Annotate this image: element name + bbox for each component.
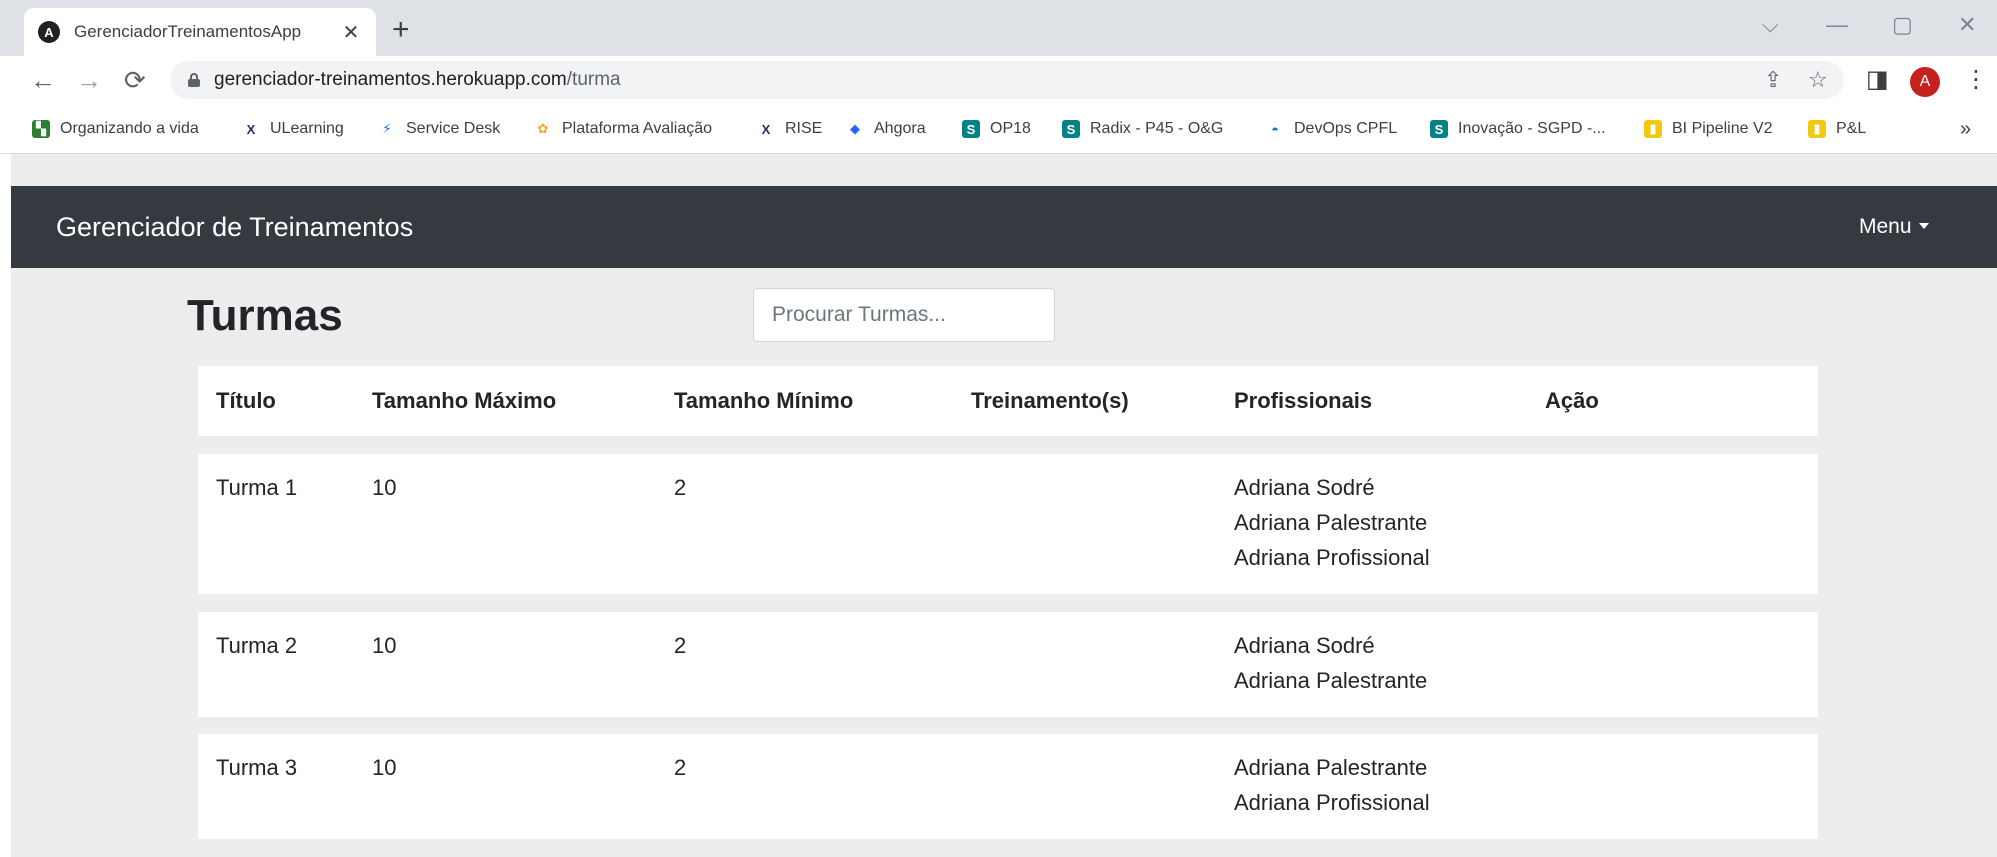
angular-icon: A: [38, 21, 60, 43]
profissional-name: Adriana Palestrante: [1234, 668, 1428, 693]
share-icon[interactable]: ⇪: [1764, 61, 1782, 99]
bookmark-label: BI Pipeline V2: [1672, 120, 1773, 137]
bookmark-favicon-icon: ◆: [850, 121, 860, 136]
tab-search-icon[interactable]: ⌵: [1762, 10, 1779, 40]
url-path: /turma: [566, 69, 621, 90]
app-brand[interactable]: Gerenciador de Treinamentos: [56, 186, 413, 268]
back-icon[interactable]: ←: [30, 64, 56, 96]
bookmark-label: OP18: [990, 120, 1031, 137]
bookmark-label: ULearning: [270, 120, 344, 137]
url-host: gerenciador-treinamentos.herokuapp.com: [214, 69, 567, 90]
profissional-name: Adriana Palestrante: [1234, 755, 1428, 780]
bookmark-item[interactable]: S Radix - P45 - O&G: [1062, 114, 1223, 144]
cell-tamanho-maximo: 10: [372, 755, 397, 780]
cell-profissionais: Adriana Palestrante Adriana Profissional: [1234, 750, 1430, 820]
app-navbar: Gerenciador de Treinamentos Menu: [11, 186, 1997, 268]
profile-avatar[interactable]: A: [1910, 67, 1940, 97]
restore-icon[interactable]: ▢: [1892, 10, 1913, 40]
new-tab-icon[interactable]: +: [392, 12, 410, 48]
bookmark-item[interactable]: S Inovação - SGPD -...: [1430, 114, 1606, 144]
bookmark-item[interactable]: ◓ DevOps CPFL: [1266, 114, 1397, 144]
bookmark-label: Inovação - SGPD -...: [1458, 120, 1606, 137]
page-title: Turmas: [187, 291, 343, 340]
sharepoint-icon: S: [962, 120, 980, 138]
bookmark-favicon-icon: ▚: [32, 120, 50, 138]
minimize-icon[interactable]: —: [1826, 10, 1848, 40]
tab-title: GerenciadorTreinamentosApp: [74, 22, 302, 41]
search-turmas-input[interactable]: [753, 288, 1055, 342]
bookmark-star-icon[interactable]: ☆: [1808, 61, 1828, 99]
cell-tamanho-minimo: 2: [674, 755, 687, 780]
profissional-name: Adriana Profissional: [1234, 790, 1430, 815]
browser-tab[interactable]: A GerenciadorTreinamentosApp ✕: [24, 8, 376, 56]
table-row: Turma 2 10 2 Adriana Sodré Adriana Pales…: [198, 612, 1818, 717]
bookmark-item[interactable]: S OP18: [962, 114, 1031, 144]
power-bi-icon: ▮: [1644, 120, 1662, 138]
profissional-name: Adriana Sodré: [1234, 633, 1375, 658]
table-row: Turma 1 10 2 Adriana Sodré Adriana Pales…: [198, 454, 1818, 594]
profissional-name: Adriana Profissional: [1234, 545, 1430, 570]
bookmark-item[interactable]: ▚ Organizando a vida: [32, 114, 199, 144]
menu-label: Menu: [1859, 215, 1912, 238]
column-header-tamanho-maximo: Tamanho Máximo: [372, 388, 557, 413]
bookmark-item[interactable]: X ULearning: [242, 114, 344, 144]
side-panel-icon[interactable]: ◨: [1866, 64, 1889, 96]
browser-toolbar: ← → ⟳ gerenciador-treinamentos.herokuapp…: [0, 56, 1997, 104]
lock-icon[interactable]: [188, 73, 200, 87]
cell-profissionais: Adriana Sodré Adriana Palestrante: [1234, 628, 1427, 698]
bookmark-favicon-icon: X: [246, 121, 256, 137]
bookmark-item[interactable]: ▮ BI Pipeline V2: [1644, 114, 1773, 144]
bookmark-label: RISE: [785, 120, 823, 137]
cell-tamanho-maximo: 10: [372, 633, 397, 658]
table-header-row: Título Tamanho Máximo Tamanho Mínimo Tre…: [198, 366, 1818, 436]
bookmark-item[interactable]: ▮ P&L: [1808, 114, 1866, 144]
page-viewport: Gerenciador de Treinamentos Menu Turmas …: [11, 154, 1997, 857]
bookmarks-bar: ▚ Organizando a vida X ULearning ⚡ Service …: [0, 104, 1997, 154]
window-close-icon[interactable]: ✕: [1958, 10, 1976, 40]
menu-dropdown-button[interactable]: Menu: [1859, 186, 1929, 268]
bookmark-label: Service Desk: [406, 120, 501, 137]
cell-tamanho-maximo: 10: [372, 475, 397, 500]
address-bar[interactable]: gerenciador-treinamentos.herokuapp.com /…: [170, 61, 1844, 99]
bookmark-item[interactable]: X RISE: [757, 114, 823, 144]
menu-kebab-icon[interactable]: ⋮: [1964, 64, 1988, 96]
cell-tamanho-minimo: 2: [674, 633, 687, 658]
column-header-tamanho-minimo: Tamanho Mínimo: [674, 388, 854, 413]
power-bi-icon: ▮: [1808, 120, 1826, 138]
cell-tamanho-minimo: 2: [674, 475, 687, 500]
bookmark-favicon-icon: X: [761, 121, 771, 137]
more-bookmarks-icon[interactable]: »: [1960, 114, 1971, 144]
column-header-acao: Ação: [1545, 388, 1599, 413]
sharepoint-icon: S: [1062, 120, 1080, 138]
bookmark-label: Organizando a vida: [60, 120, 199, 137]
browser-tabstrip: A GerenciadorTreinamentosApp ✕ + ⌵ — ▢ ✕: [0, 0, 1997, 56]
bookmark-label: P&L: [1836, 120, 1867, 137]
cell-titulo: Turma 1: [216, 475, 298, 500]
bookmark-favicon-icon: ⚡: [382, 121, 392, 136]
column-header-titulo: Título: [216, 388, 276, 413]
bookmark-item[interactable]: ◆ Ahgora: [846, 114, 926, 144]
bookmark-item[interactable]: ✿ Plataforma Avaliação: [534, 114, 712, 144]
bookmark-label: Radix - P45 - O&G: [1090, 120, 1224, 137]
column-header-profissionais: Profissionais: [1234, 388, 1373, 413]
bookmark-label: Ahgora: [874, 120, 926, 137]
column-header-treinamentos: Treinamento(s): [971, 388, 1129, 413]
bookmark-label: DevOps CPFL: [1294, 120, 1398, 137]
cell-profissionais: Adriana Sodré Adriana Palestrante Adrian…: [1234, 470, 1430, 575]
table-row: Turma 3 10 2 Adriana Palestrante Adriana…: [198, 734, 1818, 839]
bookmark-favicon-icon: ✿: [537, 121, 549, 136]
profissional-name: Adriana Palestrante: [1234, 510, 1428, 535]
profissional-name: Adriana Sodré: [1234, 475, 1375, 500]
cell-titulo: Turma 3: [216, 755, 298, 780]
caret-down-icon: [1918, 223, 1929, 229]
cell-titulo: Turma 2: [216, 633, 298, 658]
azure-devops-icon: ◓: [1271, 121, 1279, 137]
bookmark-label: Plataforma Avaliação: [562, 120, 713, 137]
reload-icon[interactable]: ⟳: [124, 64, 146, 96]
sharepoint-icon: S: [1430, 120, 1448, 138]
close-tab-icon[interactable]: ✕: [340, 20, 362, 45]
forward-icon[interactable]: →: [76, 64, 102, 96]
bookmark-item[interactable]: ⚡ Service Desk: [378, 114, 500, 144]
